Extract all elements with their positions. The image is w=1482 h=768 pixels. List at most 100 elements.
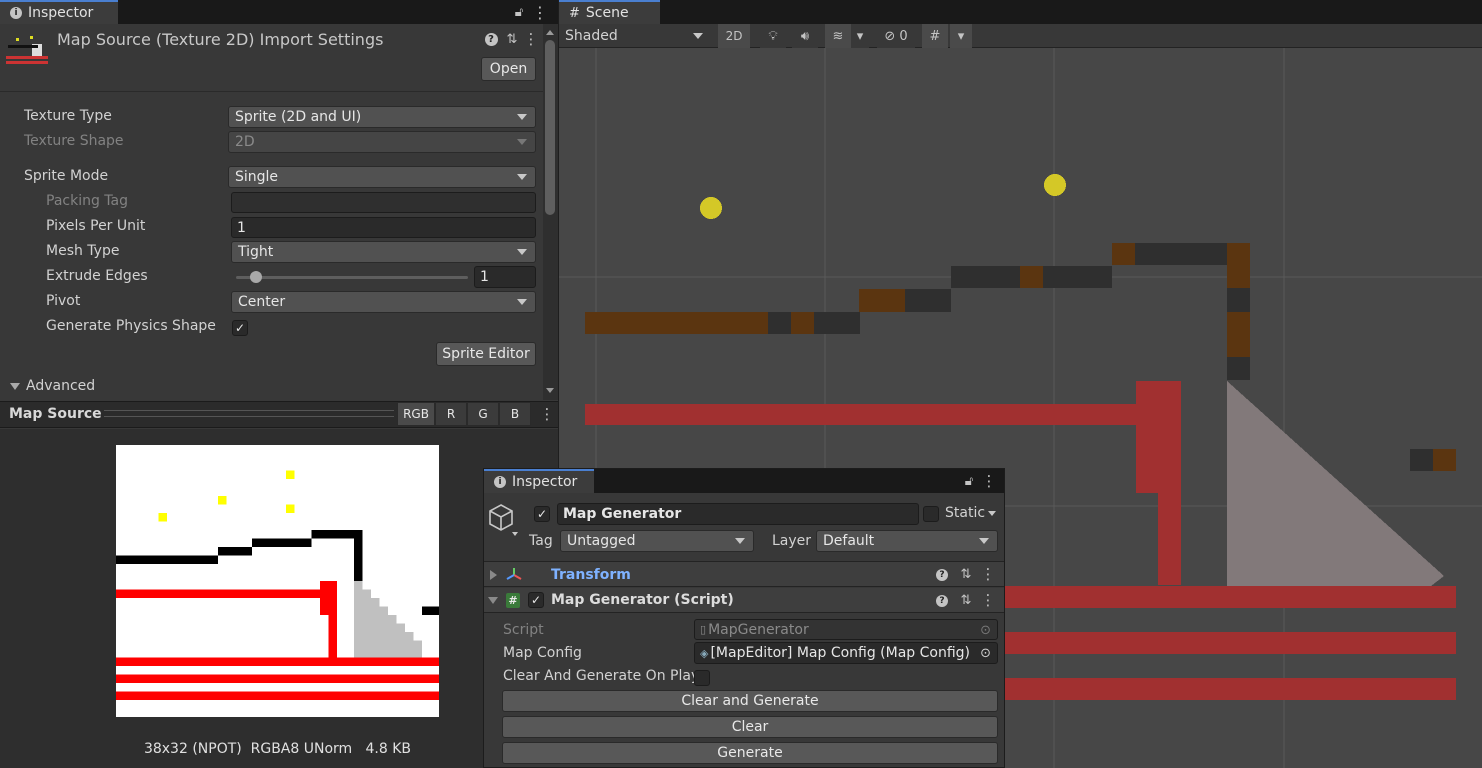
scrollbar-thumb[interactable]	[545, 40, 555, 215]
pixels-per-unit-label: Pixels Per Unit	[46, 218, 146, 234]
script-hash-icon: #	[506, 593, 520, 608]
checkmark-icon: ✓	[530, 593, 542, 607]
texture-type-label: Texture Type	[24, 108, 112, 124]
lighting-toggle-icon[interactable]: 💡︎	[760, 24, 786, 48]
preview-info-text: 38x32 (NPOT) RGBA8 UNorm 4.8 KB	[143, 741, 412, 757]
map-config-label: Map Config	[503, 645, 582, 661]
channel-rgb-button[interactable]: RGB	[397, 402, 435, 426]
kebab-menu-icon[interactable]: ⋮	[982, 471, 997, 491]
generate-button[interactable]: Generate	[502, 742, 998, 764]
tag-label: Tag	[529, 533, 553, 549]
grid-dropdown-icon[interactable]: ▾	[950, 24, 972, 48]
active-checkbox[interactable]: ✓	[534, 506, 550, 522]
scene-tabbar	[559, 0, 1482, 24]
hidden-objects-toggle[interactable]: ⊘ 0	[877, 24, 915, 48]
tab-scene[interactable]: # Scene	[559, 0, 660, 24]
clear-on-play-label: Clear And Generate On Play	[503, 668, 700, 684]
grid-toggle-icon[interactable]: #	[922, 24, 948, 48]
channel-r-button[interactable]: R	[435, 402, 467, 426]
eye-slash-icon: ⊘	[884, 28, 896, 44]
presets-icon[interactable]: ⇅	[958, 566, 974, 582]
yellow-point	[1044, 174, 1066, 196]
pivot-dropdown[interactable]: Center	[231, 291, 536, 313]
extrude-edges-field[interactable]: 1	[474, 266, 536, 288]
help-icon[interactable]: ?	[935, 593, 949, 609]
mode-2d-toggle[interactable]: 2D	[718, 24, 750, 48]
pixels-per-unit-field[interactable]: 1	[231, 217, 536, 238]
tab-inspector-floating[interactable]: i Inspector	[484, 469, 594, 493]
preview-drag-bar[interactable]	[104, 410, 394, 417]
component-enabled-checkbox[interactable]: ✓	[528, 592, 544, 608]
help-icon[interactable]: ?	[484, 31, 498, 47]
checkmark-icon: ✓	[234, 321, 246, 335]
presets-icon[interactable]: ⇅	[958, 592, 974, 608]
grid-icon: #	[569, 5, 580, 21]
mesh-type-dropdown[interactable]: Tight	[231, 241, 536, 263]
mesh-type-label: Mesh Type	[46, 243, 120, 259]
layer-dropdown[interactable]: Default	[816, 530, 998, 552]
object-name-field[interactable]: Map Generator	[557, 503, 919, 525]
gameobject-cube-icon[interactable]	[488, 502, 522, 538]
clear-on-play-checkbox[interactable]	[694, 670, 710, 686]
extrude-edges-slider-track[interactable]	[236, 276, 468, 279]
tab-inspector[interactable]: i Inspector	[0, 0, 118, 24]
chevron-down-icon	[693, 33, 703, 39]
scroll-up-icon[interactable]	[546, 30, 554, 35]
floating-inspector-panel: i Inspector 🔓︎ ⋮ ✓ Map Generator Static …	[483, 468, 1005, 768]
channel-b-button[interactable]: B	[499, 402, 531, 426]
texture-type-dropdown[interactable]: Sprite (2D and UI)	[228, 106, 536, 128]
effects-dropdown-icon[interactable]: ▾	[851, 24, 869, 48]
open-button[interactable]: Open	[481, 57, 536, 81]
map-config-field[interactable]: ◈ [MapEditor] Map Config (Map Config) ⊙	[694, 642, 998, 664]
static-checkbox[interactable]	[923, 506, 939, 522]
texture-shape-label: Texture Shape	[24, 133, 124, 149]
triangle-down-icon	[10, 382, 20, 390]
object-picker-icon: ⊙	[980, 623, 991, 638]
header-divider	[0, 91, 543, 92]
script-component-header[interactable]: # ✓ Map Generator (Script) ? ⇅ ⋮	[484, 588, 1004, 613]
sprite-mode-dropdown[interactable]: Single	[228, 166, 536, 188]
presets-icon[interactable]: ⇅	[504, 31, 520, 47]
clear-and-generate-button[interactable]: Clear and Generate	[502, 690, 998, 712]
generate-physics-shape-label: Generate Physics Shape	[46, 318, 216, 334]
help-icon[interactable]: ?	[935, 567, 949, 583]
chevron-down-icon	[517, 174, 527, 180]
header-menu-icon[interactable]: ⋮	[524, 30, 539, 48]
chevron-down-icon	[517, 249, 527, 255]
transform-axis-icon	[506, 567, 522, 583]
generate-physics-shape-checkbox[interactable]: ✓	[232, 320, 248, 336]
scriptable-object-icon: ◈	[700, 646, 709, 660]
import-settings-title: Map Source (Texture 2D) Import Settings	[57, 30, 384, 49]
component-menu-icon[interactable]: ⋮	[981, 591, 996, 609]
packing-tag-label: Packing Tag	[46, 193, 128, 209]
sprite-editor-button[interactable]: Sprite Editor	[436, 342, 536, 366]
lock-icon[interactable]: 🔓︎	[510, 2, 528, 22]
triangle-down-icon	[488, 597, 498, 604]
advanced-foldout[interactable]: Advanced	[10, 378, 95, 394]
texture-preview-image	[116, 445, 439, 717]
kebab-menu-icon[interactable]: ⋮	[532, 2, 548, 22]
script-file-icon: ▯	[700, 623, 707, 636]
component-menu-icon[interactable]: ⋮	[981, 565, 996, 583]
chevron-down-icon	[735, 538, 745, 544]
clear-button[interactable]: Clear	[502, 716, 998, 738]
static-dropdown[interactable]: Static	[945, 505, 997, 521]
layer-label: Layer	[772, 533, 812, 549]
chevron-down-icon	[517, 139, 527, 145]
channel-g-button[interactable]: G	[467, 402, 499, 426]
channel-buttons: RGB R G B	[397, 402, 531, 426]
scroll-down-icon[interactable]	[546, 388, 554, 393]
shading-mode-dropdown[interactable]: Shaded	[559, 24, 711, 47]
audio-toggle-icon[interactable]: 🔊︎	[792, 24, 818, 48]
lock-icon[interactable]: 🔓︎	[960, 471, 978, 491]
transform-component-header[interactable]: Transform ? ⇅ ⋮	[484, 562, 1004, 587]
tag-dropdown[interactable]: Untagged	[560, 530, 754, 552]
extrude-edges-label: Extrude Edges	[46, 268, 148, 284]
script-field: ▯ MapGenerator ⊙	[694, 619, 998, 640]
extrude-edges-slider-thumb[interactable]	[249, 271, 262, 283]
inspector-scrollbar[interactable]	[543, 24, 558, 400]
effects-toggle-icon[interactable]: ≋	[825, 24, 851, 48]
preview-menu-icon[interactable]: ⋮	[540, 404, 555, 424]
object-picker-icon[interactable]: ⊙	[980, 646, 991, 661]
texture-thumbnail-icon	[6, 34, 48, 68]
